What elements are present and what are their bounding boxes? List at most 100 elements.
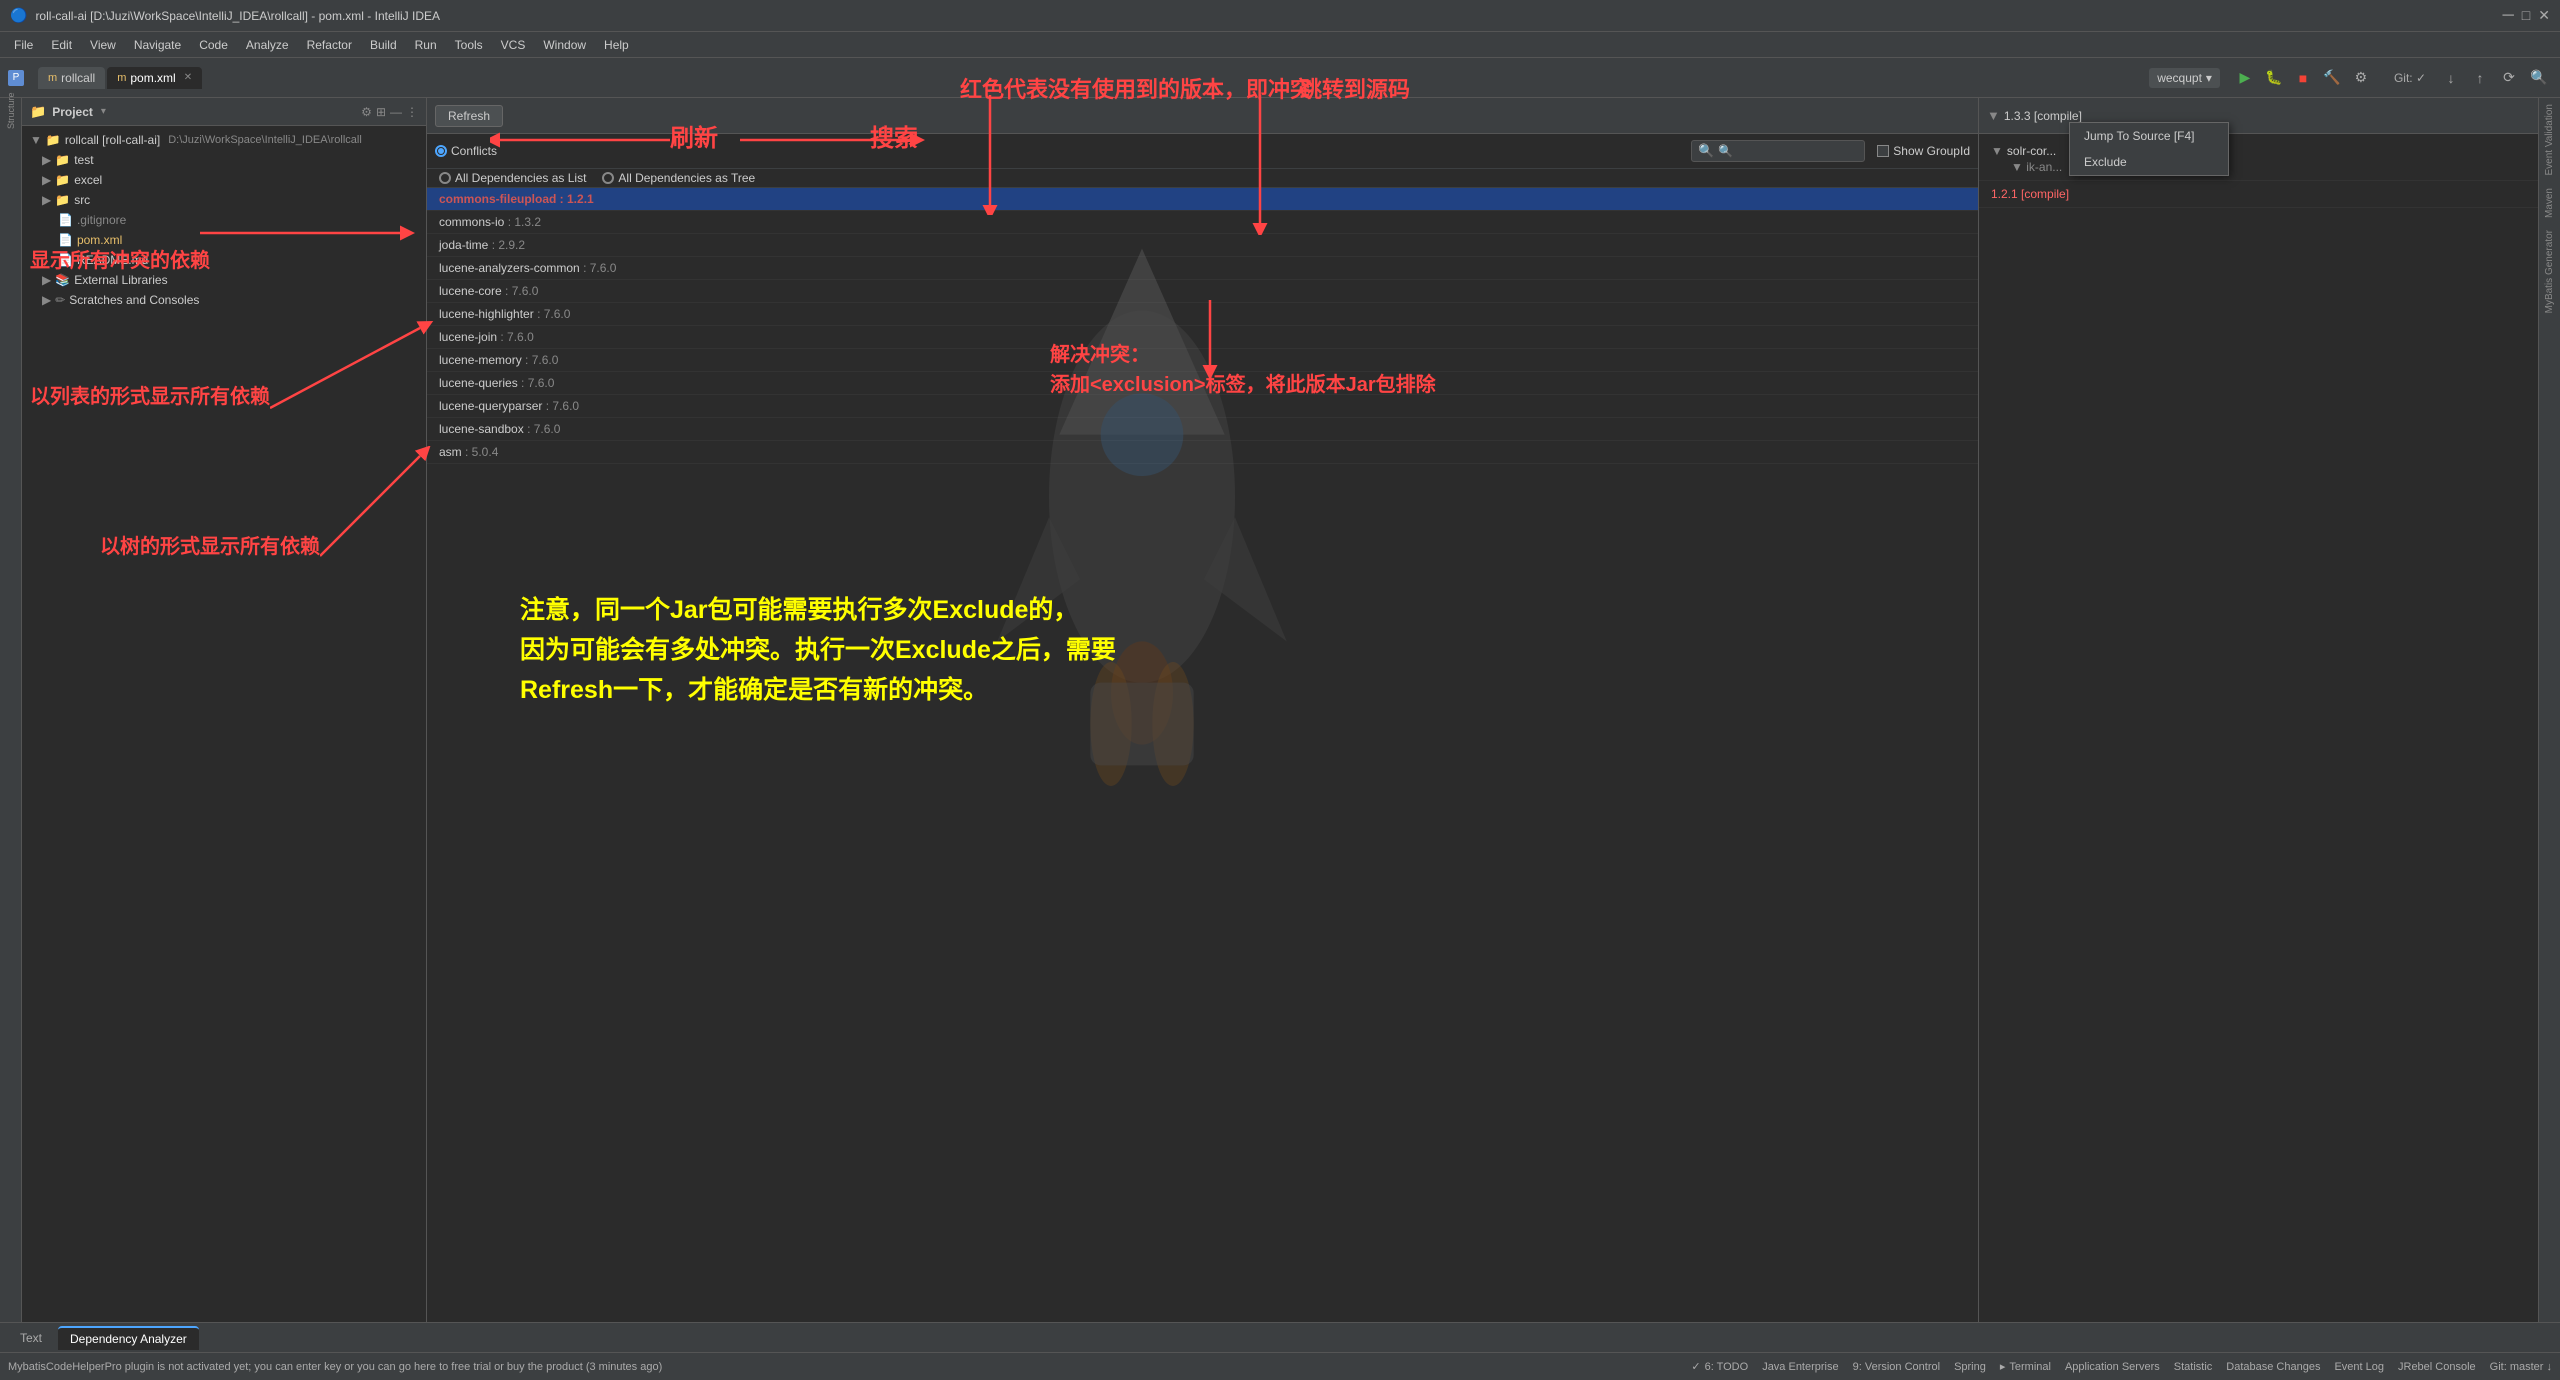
- menu-vcs[interactable]: VCS: [493, 36, 534, 54]
- groupid-checkbox[interactable]: [1877, 145, 1889, 157]
- minimize-btn[interactable]: ─: [2502, 7, 2513, 25]
- java-status[interactable]: Java Enterprise: [1762, 1360, 1838, 1373]
- dep-version-11: : 5.0.4: [462, 445, 499, 459]
- git-master-status[interactable]: Git: master ↓: [2490, 1360, 2552, 1373]
- tab-dep-analyzer[interactable]: Dependency Analyzer: [58, 1326, 199, 1350]
- window-controls[interactable]: ─ □ ✕: [2502, 7, 2550, 25]
- jrebel-label: JRebel Console: [2398, 1361, 2476, 1373]
- version-item-solr[interactable]: ▼ solr-cor... ▼ ik-an...: [1979, 138, 2538, 181]
- todo-status[interactable]: ✓ 6: TODO: [1691, 1360, 1748, 1373]
- version-control-status[interactable]: 9: Version Control: [1853, 1360, 1940, 1373]
- menu-file[interactable]: File: [6, 36, 41, 54]
- refresh-button[interactable]: Refresh: [435, 105, 503, 127]
- tab-pom-xml[interactable]: m pom.xml ✕: [107, 67, 202, 89]
- build-btn[interactable]: 🔨: [2319, 65, 2345, 91]
- menu-build[interactable]: Build: [362, 36, 405, 54]
- close-tab-icon[interactable]: ✕: [184, 72, 192, 83]
- dep-secondary-filters: All Dependencies as List All Dependencie…: [427, 169, 1978, 188]
- tree-item-ext-libs[interactable]: ▶ 📚 External Libraries: [22, 270, 426, 290]
- close-btn[interactable]: ✕: [2538, 7, 2550, 25]
- folder-excel-icon: 📁: [55, 173, 70, 187]
- event-validation-icon[interactable]: Event Validation: [2542, 98, 2557, 182]
- tree-item-readme[interactable]: 📄 README.md: [22, 250, 426, 270]
- version-item-compile[interactable]: 1.2.1 [compile]: [1979, 181, 2538, 208]
- folder-excel-label: excel: [74, 173, 102, 187]
- show-groupid-label: Show GroupId: [1893, 144, 1970, 158]
- menu-code[interactable]: Code: [191, 36, 236, 54]
- settings-panel-icon[interactable]: ⋮: [406, 105, 418, 119]
- show-groupid-checkbox[interactable]: Show GroupId: [1877, 144, 1970, 158]
- terminal-status[interactable]: ▸ Terminal: [2000, 1360, 2051, 1373]
- jrebel-status[interactable]: JRebel Console: [2398, 1360, 2476, 1373]
- expand-icon[interactable]: ⊞: [376, 105, 386, 119]
- search-box[interactable]: 🔍: [1691, 140, 1865, 162]
- run-btn[interactable]: ▶: [2232, 65, 2258, 91]
- menu-window[interactable]: Window: [535, 36, 594, 54]
- tree-item-src[interactable]: ▶ 📁 src: [22, 190, 426, 210]
- cog-icon[interactable]: ⚙: [361, 105, 372, 119]
- all-list-radio[interactable]: [439, 172, 451, 184]
- project-dropdown-icon[interactable]: ▾: [101, 106, 106, 117]
- toolbar-tabs: m rollcall m pom.xml ✕: [38, 67, 202, 89]
- menu-analyze[interactable]: Analyze: [238, 36, 297, 54]
- ctx-exclude[interactable]: Exclude: [2070, 149, 2228, 175]
- app-servers-status[interactable]: Application Servers: [2065, 1360, 2160, 1373]
- database-status[interactable]: Database Changes: [2226, 1360, 2320, 1373]
- all-tree-radio[interactable]: [602, 172, 614, 184]
- menu-run[interactable]: Run: [407, 36, 445, 54]
- right-panel: ▼ 1.3.3 [compile] ▼ solr-cor... ▼ ik-an.…: [1978, 98, 2538, 1322]
- menu-edit[interactable]: Edit: [43, 36, 80, 54]
- user-selector[interactable]: wecqupt ▾: [2149, 68, 2220, 88]
- event-log-status[interactable]: Event Log: [2334, 1360, 2384, 1373]
- conflicts-label: Conflicts: [451, 144, 497, 158]
- collapse-icon[interactable]: —: [390, 105, 402, 119]
- stop-btn[interactable]: ■: [2290, 65, 2316, 91]
- toolbar: P m rollcall m pom.xml ✕ wecqupt ▾ ▶ 🐛 ■…: [0, 58, 2560, 98]
- mybatis-msg: MybatisCodeHelperPro plugin is not activ…: [8, 1361, 1679, 1373]
- dep-filters: Conflicts 🔍 Show GroupId: [427, 134, 1978, 169]
- folder-src-label: src: [74, 193, 90, 207]
- tree-item-pom[interactable]: 📄 pom.xml: [22, 230, 426, 250]
- project-path: D:\Juzi\WorkSpace\IntelliJ_IDEA\rollcall: [168, 134, 362, 146]
- settings-btn[interactable]: ⚙: [2348, 65, 2374, 91]
- folder-test-icon: 📁: [55, 153, 70, 167]
- tab-text[interactable]: Text: [8, 1327, 54, 1349]
- vcs-push-btn[interactable]: ↑: [2467, 65, 2493, 91]
- structure-icon[interactable]: Structure: [2, 102, 20, 120]
- maven-icon[interactable]: Maven: [2542, 182, 2557, 224]
- menu-view[interactable]: View: [82, 36, 124, 54]
- conflicts-radio[interactable]: [435, 145, 447, 157]
- vcs-update-btn[interactable]: ↓: [2438, 65, 2464, 91]
- search-everywhere-btn[interactable]: 🔍: [2526, 65, 2552, 91]
- ext-libs-label: External Libraries: [74, 273, 167, 287]
- tree-item-excel[interactable]: ▶ 📁 excel: [22, 170, 426, 190]
- titlebar: 🔵 roll-call-ai [D:\Juzi\WorkSpace\Intell…: [0, 0, 2560, 32]
- filter-all-tree[interactable]: All Dependencies as Tree: [602, 171, 755, 185]
- project-panel: 📁 Project ▾ ⚙ ⊞ — ⋮ ▼ 📁 rollcall [roll-c…: [22, 98, 427, 1322]
- version-list: ▼ solr-cor... ▼ ik-an... 1.2.1 [compile]: [1979, 134, 2538, 212]
- menu-tools[interactable]: Tools: [447, 36, 491, 54]
- menu-navigate[interactable]: Navigate: [126, 36, 189, 54]
- menu-refactor[interactable]: Refactor: [299, 36, 360, 54]
- dep-item-0[interactable]: commons-fileupload : 1.2.1: [427, 188, 1978, 211]
- ctx-jump-source[interactable]: Jump To Source [F4]: [2070, 123, 2228, 149]
- menu-help[interactable]: Help: [596, 36, 637, 54]
- tree-item-scratches[interactable]: ▶ ✏ Scratches and Consoles: [22, 290, 426, 310]
- dep-name-5: lucene-highlighter: [439, 307, 534, 321]
- spring-status[interactable]: Spring: [1954, 1360, 1986, 1373]
- statistic-status[interactable]: Statistic: [2174, 1360, 2213, 1373]
- filter-conflicts[interactable]: Conflicts: [435, 144, 497, 158]
- tree-root[interactable]: ▼ 📁 rollcall [roll-call-ai] D:\Juzi\Work…: [22, 130, 426, 150]
- tree-item-test[interactable]: ▶ 📁 test: [22, 150, 426, 170]
- filter-all-list[interactable]: All Dependencies as List: [439, 171, 586, 185]
- maximize-btn[interactable]: □: [2522, 7, 2530, 25]
- vcs-history-btn[interactable]: ⟳: [2496, 65, 2522, 91]
- debug-btn[interactable]: 🐛: [2261, 65, 2287, 91]
- mybatis-icon[interactable]: MyBatis Generator: [2542, 224, 2557, 319]
- tab-rollcall[interactable]: m rollcall: [38, 67, 105, 89]
- ext-libs-icon: 📚: [55, 273, 70, 287]
- app-icon: 🔵: [10, 7, 27, 24]
- search-input[interactable]: [1718, 144, 1858, 158]
- tree-item-gitignore[interactable]: 📄 .gitignore: [22, 210, 426, 230]
- statusbar: MybatisCodeHelperPro plugin is not activ…: [0, 1352, 2560, 1380]
